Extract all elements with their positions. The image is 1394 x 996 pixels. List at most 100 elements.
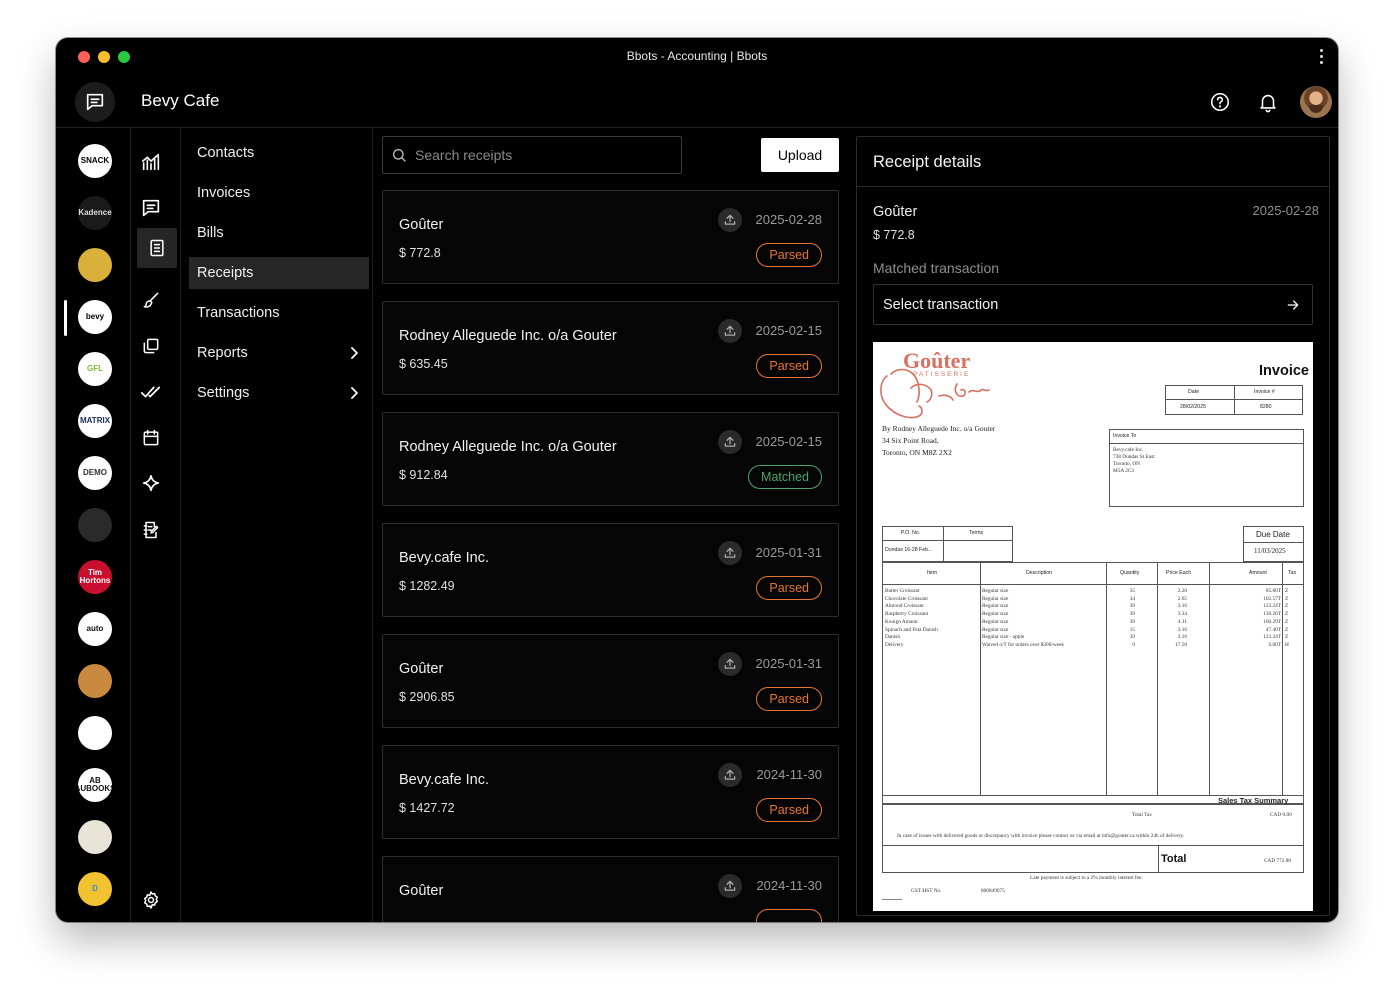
invoice-column-header: Quantity bbox=[1120, 570, 1140, 576]
arrow-right-icon bbox=[1287, 300, 1299, 310]
receipt-card[interactable]: Goûter $ 772.8 2025-02-28 Parsed bbox=[382, 190, 839, 284]
invoice-cell: 39 bbox=[1129, 618, 1135, 625]
receipt-card[interactable]: Rodney Alleguede Inc. o/a Gouter $ 912.84… bbox=[382, 412, 839, 506]
rail-chat[interactable] bbox=[131, 188, 171, 228]
rail-notes[interactable] bbox=[131, 510, 171, 550]
invoice-cell: Z bbox=[1285, 595, 1289, 602]
chat-logo-button[interactable] bbox=[75, 82, 115, 122]
nav-item-receipts[interactable]: Receipts bbox=[189, 257, 369, 289]
rail-ai[interactable] bbox=[131, 464, 171, 504]
company-logo[interactable] bbox=[78, 248, 112, 282]
invoice-cell: 34 bbox=[1129, 595, 1135, 602]
help-circle-icon[interactable] bbox=[1209, 91, 1231, 113]
rail-layers[interactable] bbox=[131, 326, 171, 366]
company-logo[interactable] bbox=[78, 716, 112, 750]
title-bar: Bbots - Accounting | Bbots bbox=[56, 38, 1338, 76]
company-logo[interactable] bbox=[78, 820, 112, 854]
select-transaction-button[interactable]: Select transaction bbox=[873, 284, 1313, 325]
po-value: Dundas 16-28 Feb... bbox=[885, 547, 933, 553]
receipt-amount: $ 1427.72 bbox=[399, 801, 455, 815]
receipt-card[interactable]: Goûter 2024-11-30 bbox=[382, 856, 839, 922]
upload-status-icon bbox=[718, 874, 742, 898]
rail-approvals[interactable] bbox=[131, 372, 171, 412]
total-tax-value: CAD 0.00 bbox=[1270, 812, 1292, 818]
po-terms-box: P.O. No. Terms Dundas 16-28 Feb... bbox=[882, 526, 1013, 562]
invoice-from-line: By Rodney Alleguede Inc. o/a Gouter bbox=[882, 424, 996, 433]
brush-icon bbox=[143, 292, 159, 308]
company-logo[interactable]: MATRIX bbox=[78, 404, 112, 438]
status-badge: Parsed bbox=[756, 243, 822, 267]
upload-status-icon bbox=[718, 430, 742, 454]
invoice-cell: 102.57T bbox=[1263, 595, 1281, 602]
po-label: P.O. No. bbox=[901, 530, 921, 536]
invoice-cell: 0 bbox=[1132, 641, 1135, 648]
invoice-cell: 123.24T bbox=[1263, 634, 1281, 641]
chat-icon bbox=[142, 199, 160, 217]
nav-item-contacts[interactable]: Contacts bbox=[189, 137, 369, 169]
rail-analytics[interactable] bbox=[131, 142, 171, 182]
upload-button[interactable]: Upload bbox=[761, 138, 839, 172]
receipt-vendor: Goûter bbox=[399, 883, 444, 899]
company-logo[interactable]: SNACK bbox=[78, 144, 112, 178]
nav-item-label: Settings bbox=[197, 385, 250, 401]
invoice-cell: Butter Croissant bbox=[885, 588, 920, 594]
search-icon bbox=[393, 149, 406, 162]
company-logo-text: Kadence bbox=[78, 208, 112, 217]
company-logo-text: DEMO bbox=[83, 468, 107, 477]
user-avatar[interactable] bbox=[1300, 86, 1332, 118]
invoice-cell: Danish bbox=[885, 634, 901, 641]
matched-transaction-label: Matched transaction bbox=[873, 260, 1000, 276]
status-badge: Parsed bbox=[756, 798, 822, 822]
company-logo[interactable]: Kadence bbox=[78, 196, 112, 230]
nav-item-transactions[interactable]: Transactions bbox=[189, 297, 369, 329]
receipt-amount: $ 635.45 bbox=[399, 357, 448, 371]
status-badge: Matched bbox=[748, 465, 822, 489]
invoice-date-box: Date Invoice # 28/02/2025 8280 bbox=[1165, 385, 1303, 415]
nav-item-invoices[interactable]: Invoices bbox=[189, 177, 369, 209]
invoice-cell: 39 bbox=[1129, 603, 1135, 610]
receipt-card[interactable]: Bevy.cafe Inc. $ 1282.49 2025-01-31 Parsed bbox=[382, 523, 839, 617]
receipt-doc-icon bbox=[150, 239, 164, 257]
search-input[interactable] bbox=[415, 145, 665, 165]
receipt-card[interactable]: Goûter $ 2906.85 2025-01-31 Parsed bbox=[382, 634, 839, 728]
company-logo[interactable]: DEMO bbox=[78, 456, 112, 490]
upload-status-icon bbox=[718, 763, 742, 787]
company-logo[interactable]: bevy bbox=[78, 300, 112, 334]
company-logo[interactable]: GFL bbox=[78, 352, 112, 386]
date-label: Date bbox=[1188, 389, 1199, 395]
invoice-cell: Raspberry Croissant bbox=[885, 611, 929, 618]
calendar-icon bbox=[143, 429, 159, 446]
rail-calendar[interactable] bbox=[131, 418, 171, 458]
total-label: Total bbox=[1161, 853, 1187, 865]
rail-settings[interactable] bbox=[131, 880, 171, 920]
company-logo[interactable]: D bbox=[78, 872, 112, 906]
receipt-card[interactable]: Rodney Alleguede Inc. o/a Gouter $ 635.45… bbox=[382, 301, 839, 395]
search-box[interactable] bbox=[382, 136, 682, 174]
total-value: CAD 772.80 bbox=[1264, 858, 1292, 864]
invoice-cell: 3.16 bbox=[1177, 634, 1187, 641]
company-logo-text: bevy bbox=[85, 312, 105, 321]
invoice-no-label: Invoice # bbox=[1254, 389, 1275, 395]
company-logo[interactable] bbox=[78, 508, 112, 542]
invoice-cell: 0.00T bbox=[1268, 641, 1281, 648]
invoice-cell: Delivery bbox=[885, 641, 904, 648]
nav-item-bills[interactable]: Bills bbox=[189, 217, 369, 249]
window-title: Bbots - Accounting | Bbots bbox=[626, 49, 768, 63]
company-logo[interactable]: auto bbox=[78, 612, 112, 646]
receipt-date: 2025-02-15 bbox=[755, 434, 823, 449]
nav-item-label: Transactions bbox=[197, 305, 280, 321]
nav-item-settings[interactable]: Settings bbox=[189, 377, 369, 409]
invoice-cell: Z bbox=[1285, 626, 1289, 633]
upload-status-icon bbox=[718, 208, 742, 232]
rail-receipts[interactable] bbox=[137, 228, 177, 268]
receipt-card[interactable]: Bevy.cafe Inc. $ 1427.72 2024-11-30 Parsed bbox=[382, 745, 839, 839]
invoice-cell: 17.50 bbox=[1175, 641, 1187, 648]
more-options-icon[interactable] bbox=[1320, 49, 1324, 65]
receipts-list-panel: Upload Goûter$ 772.82025-02-28Parsed Rodn… bbox=[373, 128, 843, 922]
bell-icon[interactable] bbox=[1257, 91, 1279, 113]
rail-design[interactable] bbox=[131, 280, 171, 320]
company-logo[interactable]: Tim Hortons bbox=[78, 560, 112, 594]
nav-item-reports[interactable]: Reports bbox=[189, 337, 369, 369]
company-logo[interactable] bbox=[78, 664, 112, 698]
company-logo[interactable]: AB AUBOOKS bbox=[78, 768, 112, 802]
